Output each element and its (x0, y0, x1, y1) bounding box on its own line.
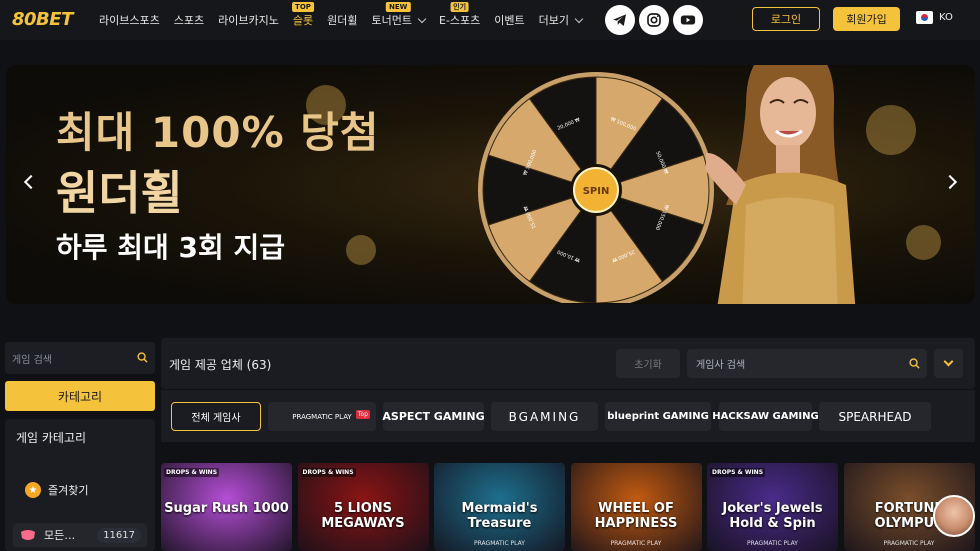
nav-badge: NEW (386, 2, 411, 12)
provider-search-placeholder: 게임사 검색 (696, 360, 746, 371)
chevron-down-icon (943, 356, 954, 367)
all-games-icon (21, 530, 35, 540)
star-icon: ★ (25, 482, 41, 498)
youtube-icon[interactable] (673, 5, 703, 35)
game-provider-label: PRAGMATIC PLAY (883, 540, 935, 547)
provider-title: 게임 제공 업체 (63) (169, 358, 272, 372)
nav-label: 더보기 (538, 14, 569, 27)
nav-item[interactable]: 더보기 (538, 12, 584, 28)
nav-label: 원더휠 (327, 14, 358, 27)
telegram-icon[interactable] (605, 5, 635, 35)
sidebar-item-all-games[interactable]: 모든… 11617 (13, 523, 147, 547)
provider-header: 게임 제공 업체 (63) 초기화 게임사 검색 (161, 338, 975, 389)
main-nav: 라이브스포츠 스포츠 라이브카지노 TOP 슬롯 원더휠 NEW 토너먼트 인기 E-스포츠 이벤트… (99, 0, 584, 40)
nav-label: 라이브카지노 (218, 14, 279, 27)
game-card[interactable]: DROPS & WINS Joker's Jewels Hold & Spin PR… (707, 463, 838, 551)
nav-label: 이벤트 (494, 14, 525, 27)
provider-all[interactable]: 전체 게임사 (171, 402, 261, 431)
nav-item[interactable]: 스포츠 (174, 12, 204, 28)
nav-label: E-스포츠 (438, 14, 481, 27)
sidebar-item-favorites[interactable]: ★ 즐겨찾기 (25, 482, 88, 498)
language-code: KO (939, 12, 953, 23)
join-button[interactable]: 회원가입 (833, 7, 900, 31)
prize-wheel-graphic: ₩ 100,00050,000 ₩₩ 150,00025,000 ₩₩ 10,0… (478, 72, 714, 304)
provider-list: 전체 게임사 PRAGMATIC PLAY Top ASPECT GAMING … (161, 390, 975, 442)
game-provider-label: PRAGMATIC PLAY (474, 540, 525, 547)
promo-banner[interactable]: 최대 100% 당첨 원더휠 하루 최대 3회 지급 ₩ 100,000 50,0… (6, 65, 975, 304)
game-card[interactable]: WHEEL OF HAPPINESS PRAGMATIC PLAY (570, 463, 702, 551)
bokeh-decoration (906, 225, 941, 260)
game-search-input[interactable]: 게임 검색 (5, 342, 155, 374)
banner-headline: 최대 100% 당첨 원더휠 하루 최대 3회 지급 (56, 107, 380, 267)
bokeh-decoration (866, 105, 916, 155)
game-category-panel: 게임 카테고리 ★ 즐겨찾기 모든… 11617 (5, 419, 155, 551)
prize-wheel: ₩ 100,000 50,000 ₩ ₩ 150,000 25,000 ₩ ₩ 10,0… (471, 65, 721, 304)
nav-item[interactable]: 원더휠 (327, 12, 357, 28)
search-icon[interactable] (137, 352, 148, 363)
provider-pragmatic-play[interactable]: PRAGMATIC PLAY Top (268, 402, 376, 431)
game-count-badge: 11617 (97, 527, 141, 543)
provider-blueprint-gaming[interactable]: blueprint GAMING (605, 402, 711, 431)
chevron-down-icon (574, 14, 584, 23)
drops-wins-badge: DROPS & WINS (300, 468, 356, 477)
provider-bgaming[interactable]: BGAMING (491, 402, 598, 431)
provider-spearhead[interactable]: SPEARHEAD (819, 402, 931, 431)
language-selector[interactable]: KO (916, 11, 953, 24)
banner-next-arrow-icon[interactable] (942, 174, 958, 190)
sidebar-item-label: 모든… (44, 529, 76, 542)
korea-flag-icon (916, 11, 933, 24)
game-title: Joker's Jewels Hold & Spin (722, 501, 823, 531)
chevron-down-icon (417, 14, 427, 23)
login-button[interactable]: 로그인 (752, 7, 820, 31)
provider-search-input[interactable]: 게임사 검색 (687, 349, 927, 378)
banner-prev-arrow-icon[interactable] (23, 174, 39, 190)
spin-label: SPIN (583, 186, 610, 197)
game-title: WHEEL OF HAPPINESS (594, 501, 678, 531)
game-card[interactable]: DROPS & WINS Sugar Rush 1000 (161, 463, 292, 551)
nav-badge: 인기 (450, 2, 470, 12)
game-provider-label: PRAGMATIC PLAY (747, 540, 798, 547)
support-chat-avatar[interactable] (933, 495, 975, 537)
reset-button[interactable]: 초기화 (616, 349, 680, 378)
nav-item[interactable]: 이벤트 (494, 12, 524, 28)
top-bar: 80BET 라이브스포츠 스포츠 라이브카지노 TOP 슬롯 원더휠 NEW 토너먼트 인기 E-… (0, 0, 980, 40)
game-card[interactable]: Mermaid's Treasure PRAGMATIC PLAY (434, 463, 565, 551)
game-title: Sugar Rush 1000 (164, 501, 289, 516)
game-search-placeholder: 게임 검색 (12, 354, 52, 366)
game-card[interactable]: DROPS & WINS 5 LIONS MEGAWAYS (297, 463, 429, 551)
brand-logo[interactable]: 80BET (12, 9, 73, 30)
nav-label: 스포츠 (173, 14, 205, 27)
provider-hacksaw-gaming[interactable]: HACKSAW GAMING (712, 402, 819, 431)
promo-model-image (706, 65, 856, 304)
banner-line-3: 하루 최대 3회 지급 (56, 231, 286, 264)
nav-label: 라이브스포츠 (99, 14, 160, 27)
category-button[interactable]: 카테고리 (5, 381, 155, 411)
game-grid: DROPS & WINS Sugar Rush 1000 DROPS & WINS 5… (161, 450, 980, 551)
nav-item[interactable]: TOP 슬롯 (292, 2, 314, 28)
nav-badge: TOP (292, 2, 314, 12)
nav-label: 슬롯 (292, 14, 314, 27)
banner-line-1: 최대 100% 당첨 (56, 108, 380, 157)
provider-dropdown-button[interactable] (934, 349, 963, 378)
nav-item[interactable]: NEW 토너먼트 (371, 2, 427, 28)
nav-label: 토너먼트 (371, 14, 412, 27)
drops-wins-badge: DROPS & WINS (710, 468, 766, 477)
provider-aspect-gaming[interactable]: ASPECT GAMING (382, 402, 485, 431)
game-category-title: 게임 카테고리 (16, 431, 87, 445)
nav-item[interactable]: 라이브카지노 (218, 12, 279, 28)
game-title: Mermaid's Treasure (461, 501, 538, 531)
sidebar-item-label: 즐겨찾기 (48, 484, 89, 497)
search-icon[interactable] (909, 358, 920, 369)
nav-item[interactable]: 인기 E-스포츠 (438, 2, 481, 28)
nav-item[interactable]: 라이브스포츠 (99, 12, 160, 28)
instagram-icon[interactable] (639, 5, 669, 35)
drops-wins-badge: DROPS & WINS (164, 468, 220, 477)
game-title: 5 LIONS MEGAWAYS (321, 501, 405, 531)
banner-line-2: 원더휠 (56, 166, 183, 220)
top-badge: Top (355, 410, 370, 419)
provider-label: PRAGMATIC PLAY (292, 412, 352, 421)
game-provider-label: PRAGMATIC PLAY (610, 540, 662, 547)
